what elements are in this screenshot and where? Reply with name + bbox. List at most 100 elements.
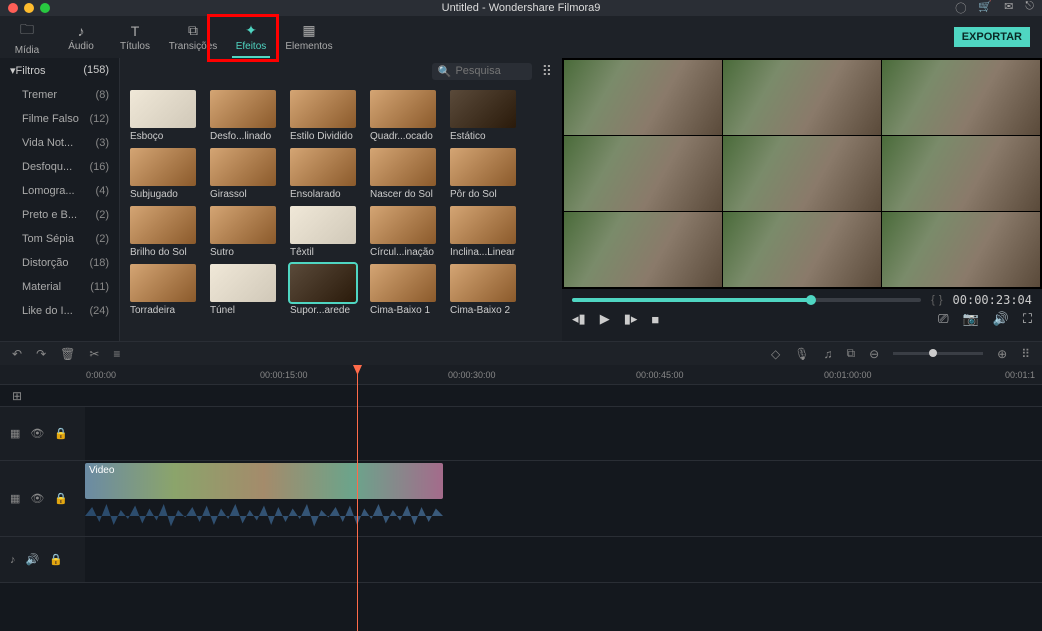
next-frame-button[interactable]: ▮▸ [624,311,638,327]
effect-item[interactable]: Torradeira [130,264,206,316]
tab-efeitos[interactable]: ✦Efeitos [224,16,278,58]
display-icon[interactable]: ⎚ [938,311,948,327]
fullscreen-icon[interactable]: ⛶ [1023,311,1032,327]
sidebar-item[interactable]: Vida Not...(3) [0,131,119,155]
add-track-icon[interactable]: ⊞ [12,389,22,403]
lock-icon[interactable]: 🔒 [54,427,68,440]
sidebar-item[interactable]: Lomogra...(4) [0,179,119,203]
video-track-icon[interactable]: ▦ [10,492,20,505]
stop-button[interactable]: ■ [651,312,659,327]
sidebar-item[interactable]: Tremer(8) [0,83,119,107]
sidebar-item[interactable]: Distorção(18) [0,251,119,275]
effect-thumbnail [450,206,516,244]
audio-track-icon[interactable]: ♪ [10,554,16,566]
menu-icon[interactable]: ⎋ [1025,0,1034,16]
play-button[interactable]: ▶ [600,311,610,327]
mute-icon[interactable]: 🔊 [26,553,40,566]
crop-icon[interactable]: ⧉ [847,346,856,361]
effect-item[interactable]: Têxtil [290,206,366,258]
track-body-video[interactable]: Video [85,461,1042,536]
effect-item[interactable]: Círcul...inação [370,206,446,258]
search-box[interactable]: 🔍 [432,63,532,80]
mail-icon[interactable]: ✉ [1004,0,1013,16]
effect-item[interactable]: Nascer do Sol [370,148,446,200]
undo-icon[interactable]: ↶ [12,347,22,361]
effect-item[interactable]: Girassol [210,148,286,200]
effect-item[interactable]: Quadr...ocado [370,90,446,142]
sidebar-item[interactable]: Desfoqu...(16) [0,155,119,179]
effect-item[interactable]: Desfo...linado [210,90,286,142]
sidebar-item[interactable]: Tom Sépia(2) [0,227,119,251]
visibility-icon[interactable]: 👁 [30,427,44,440]
track-body-audio[interactable] [85,537,1042,582]
effect-item[interactable]: Estático [450,90,526,142]
timeline-ruler[interactable]: 0:00:0000:00:15:0000:00:30:0000:00:45:00… [0,365,1042,385]
close-window[interactable] [8,3,18,13]
record-icon[interactable]: 🎙 [794,347,809,361]
grid-view-icon[interactable]: ⠿ [542,63,552,80]
text-icon: T [131,23,140,39]
adjust-icon[interactable]: ≡ [113,347,120,361]
effect-thumbnail [290,148,356,186]
overlay-track-icon[interactable]: ▦ [10,427,20,440]
playhead[interactable] [357,365,358,631]
marker-icons[interactable]: {} [931,294,942,306]
lock-icon[interactable]: 🔒 [49,553,63,566]
sidebar-item[interactable]: Preto e B...(2) [0,203,119,227]
tab-elementos[interactable]: ▦Elementos [278,16,340,58]
marker-icon[interactable]: ◇ [771,347,780,361]
sidebar-header-filtros[interactable]: ▾Filtros (158) [0,58,119,83]
search-icon: 🔍 [438,65,452,78]
preview-video[interactable] [562,58,1042,289]
zoom-out-icon[interactable]: ⊖ [869,347,879,361]
lock-icon[interactable]: 🔒 [54,492,68,505]
maximize-window[interactable] [40,3,50,13]
delete-icon[interactable]: 🗑 [60,347,75,361]
volume-icon[interactable]: 🔊 [993,311,1009,327]
zoom-slider[interactable] [893,352,983,355]
effect-item[interactable]: Cima-Baixo 2 [450,264,526,316]
sidebar-item[interactable]: Material(11) [0,275,119,299]
effect-item[interactable]: Brilho do Sol [130,206,206,258]
effect-item[interactable]: Pôr do Sol [450,148,526,200]
effect-thumbnail [290,264,356,302]
track-body-overlay[interactable] [85,407,1042,460]
effect-thumbnail [210,264,276,302]
effect-item[interactable]: Ensolarado [290,148,366,200]
zoom-in-icon[interactable]: ⊕ [997,347,1007,361]
sidebar-item[interactable]: Like do I...(24) [0,299,119,323]
effect-thumbnail [290,90,356,128]
chevron-down-icon: ▾Filtros [10,64,45,77]
effect-item[interactable]: Supor...arede [290,264,366,316]
effect-item[interactable]: Cima-Baixo 1 [370,264,446,316]
snapshot-icon[interactable]: 📷 [963,311,979,327]
export-button[interactable]: EXPORTAR [954,27,1030,47]
visibility-icon[interactable]: 👁 [30,492,44,505]
sidebar-item[interactable]: Filme Falso(12) [0,107,119,131]
tab-titulos[interactable]: TTítulos [108,16,162,58]
minimize-window[interactable] [24,3,34,13]
split-icon[interactable]: ✂ [89,347,99,361]
prev-frame-button[interactable]: ◂▮ [572,311,586,327]
effect-item[interactable]: Sutro [210,206,286,258]
effect-item[interactable]: Esboço [130,90,206,142]
tab-transicoes[interactable]: ⧉Transições [162,16,224,58]
effect-item[interactable]: Túnel [210,264,286,316]
effect-item[interactable]: Inclina...Linear [450,206,526,258]
tab-audio[interactable]: ♪Áudio [54,16,108,58]
tab-midia[interactable]: 🗀Mídia [0,16,54,58]
redo-icon[interactable]: ↷ [36,347,46,361]
search-input[interactable] [455,65,525,77]
sidebar-item-count: (16) [89,161,109,173]
timeline-options-icon[interactable]: ⠿ [1021,347,1030,361]
sidebar-item-count: (24) [89,305,109,317]
preview-seek-bar[interactable] [572,298,921,302]
cart-icon[interactable]: 🛒 [978,0,992,16]
video-clip[interactable]: Video [85,463,443,499]
audio-mix-icon[interactable]: ♫ [824,347,833,361]
effect-item[interactable]: Subjugado [130,148,206,200]
effect-label: Supor...arede [290,305,366,316]
effect-item[interactable]: Estilo Dividido [290,90,366,142]
audio-waveform[interactable] [85,501,443,531]
effect-label: Círcul...inação [370,247,446,258]
